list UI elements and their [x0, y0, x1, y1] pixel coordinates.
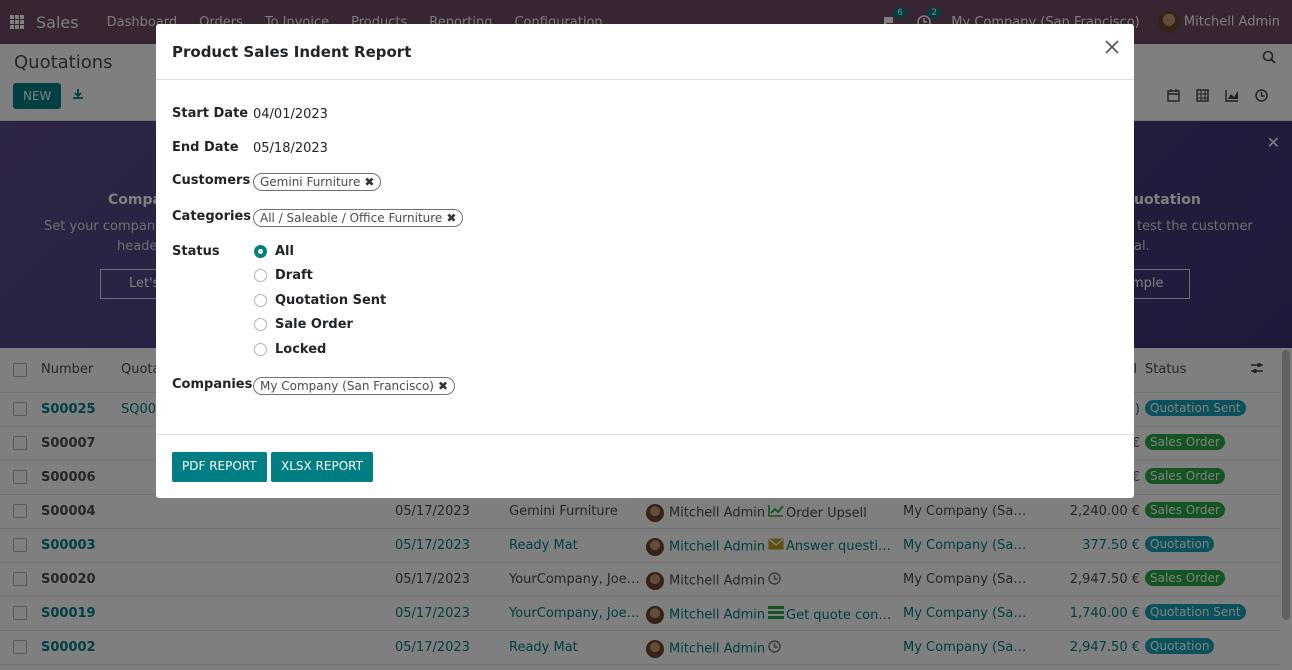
start-date-input[interactable]: 04/01/2023 — [253, 107, 328, 122]
company-tag[interactable]: My Company (San Francisco) ✖ — [253, 377, 456, 395]
remove-tag-icon[interactable]: ✖ — [438, 379, 448, 393]
pdf-report-button[interactable]: PDF REPORT — [172, 452, 267, 482]
dialog-title: Product Sales Indent Report — [172, 43, 412, 61]
remove-tag-icon[interactable]: ✖ — [446, 211, 456, 225]
status-radio-draft[interactable] — [254, 269, 267, 282]
customer-tag[interactable]: Gemini Furniture ✖ — [253, 173, 382, 191]
status-option-sale-order[interactable]: Sale Order — [254, 317, 353, 332]
close-icon[interactable] — [1104, 38, 1120, 60]
category-tag[interactable]: All / Saleable / Office Furniture ✖ — [253, 209, 464, 227]
end-date-input[interactable]: 05/18/2023 — [253, 141, 328, 156]
report-dialog: Product Sales Indent Report Start Date 0… — [156, 24, 1134, 498]
status-radio-quotation-sent[interactable] — [254, 294, 267, 307]
status-option-draft[interactable]: Draft — [254, 268, 313, 283]
status-radio-locked[interactable] — [254, 343, 267, 356]
company-tag-label: My Company (San Francisco) — [260, 379, 434, 393]
category-tag-label: All / Saleable / Office Furniture — [260, 211, 443, 225]
dialog-footer: PDF REPORT XLSX REPORT — [156, 434, 1134, 498]
dialog-header: Product Sales Indent Report — [156, 24, 1134, 80]
companies-label: Companies — [172, 377, 253, 392]
customers-label: Customers — [172, 173, 251, 188]
status-radio-all[interactable] — [254, 245, 267, 258]
status-option-all[interactable]: All — [254, 244, 294, 259]
status-radio-sale-order[interactable] — [254, 318, 267, 331]
start-date-label: Start Date — [172, 106, 249, 121]
remove-tag-icon[interactable]: ✖ — [364, 175, 374, 189]
customer-tag-label: Gemini Furniture — [260, 175, 361, 189]
status-label: Status — [172, 244, 220, 259]
status-option-quotation-sent[interactable]: Quotation Sent — [254, 293, 386, 308]
categories-label: Categories — [172, 209, 252, 224]
end-date-label: End Date — [172, 140, 239, 155]
status-option-locked[interactable]: Locked — [254, 342, 326, 357]
xlsx-report-button[interactable]: XLSX REPORT — [271, 452, 373, 482]
